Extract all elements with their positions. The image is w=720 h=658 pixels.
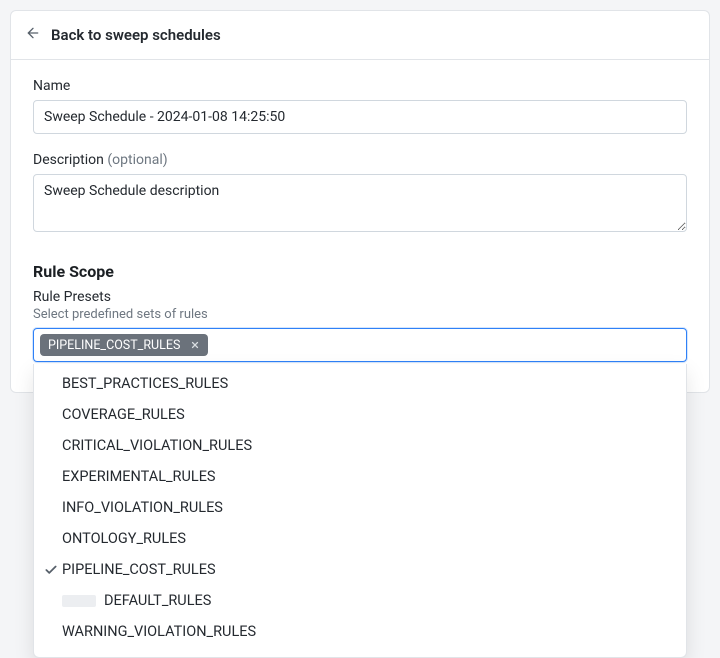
- preset-option[interactable]: COVERAGE_RULES: [34, 399, 686, 430]
- preset-option[interactable]: EXPERIMENTAL_RULES: [34, 461, 686, 492]
- rule-presets-multiselect: PIPELINE_COST_RULES BEST_PRACTICES_RULES…: [33, 328, 687, 362]
- chip-remove-icon[interactable]: [188, 338, 202, 352]
- preset-option-label: INFO_VIOLATION_RULES: [62, 499, 223, 516]
- preset-option[interactable]: WARNING_VIOLATION_RULES: [34, 616, 686, 647]
- preset-option-label: DEFAULT_RULES: [104, 592, 211, 609]
- preset-option-label: COVERAGE_RULES: [62, 406, 185, 423]
- preset-option[interactable]: BEST_PRACTICES_RULES: [34, 368, 686, 399]
- preset-option[interactable]: DEFAULT_RULES: [34, 585, 686, 616]
- description-optional: (optional): [107, 152, 167, 168]
- description-label: Description (optional): [33, 152, 687, 168]
- back-link[interactable]: Back to sweep schedules: [11, 11, 709, 60]
- description-input[interactable]: Sweep Schedule description: [33, 174, 687, 232]
- preset-option-label: WARNING_VIOLATION_RULES: [62, 623, 256, 640]
- check-icon: [44, 563, 58, 577]
- selected-chip: PIPELINE_COST_RULES: [40, 334, 208, 356]
- preset-option[interactable]: PIPELINE_COST_RULES: [34, 554, 686, 585]
- rule-presets-dropdown: BEST_PRACTICES_RULES COVERAGE_RULES CRITIC…: [33, 364, 687, 658]
- preset-option-label: PIPELINE_COST_RULES: [62, 561, 216, 578]
- preset-option-label: EXPERIMENTAL_RULES: [62, 468, 216, 485]
- name-input[interactable]: [33, 100, 687, 134]
- preset-option[interactable]: INFO_VIOLATION_RULES: [34, 492, 686, 523]
- preset-option[interactable]: CRITICAL_VIOLATION_RULES: [34, 430, 686, 461]
- preset-option-label: CRITICAL_VIOLATION_RULES: [62, 437, 252, 454]
- redacted-prefix: [62, 595, 96, 607]
- preset-option-label: ONTOLOGY_RULES: [62, 530, 186, 547]
- form-content: Name Description (optional) Sweep Schedu…: [11, 60, 709, 392]
- selected-chip-label: PIPELINE_COST_RULES: [48, 338, 180, 353]
- preset-option[interactable]: ONTOLOGY_RULES: [34, 523, 686, 554]
- card: Back to sweep schedules Name Description…: [10, 10, 710, 393]
- description-label-text: Description: [33, 152, 107, 168]
- arrow-left-icon: [25, 25, 41, 45]
- name-label: Name: [33, 78, 687, 94]
- rule-scope-heading: Rule Scope: [33, 262, 687, 281]
- preset-option-label: BEST_PRACTICES_RULES: [62, 375, 228, 392]
- back-label: Back to sweep schedules: [51, 26, 221, 44]
- rule-presets-label: Rule Presets: [33, 289, 687, 305]
- rule-presets-helper: Select predefined sets of rules: [33, 307, 687, 322]
- rule-presets-input[interactable]: PIPELINE_COST_RULES: [33, 328, 687, 362]
